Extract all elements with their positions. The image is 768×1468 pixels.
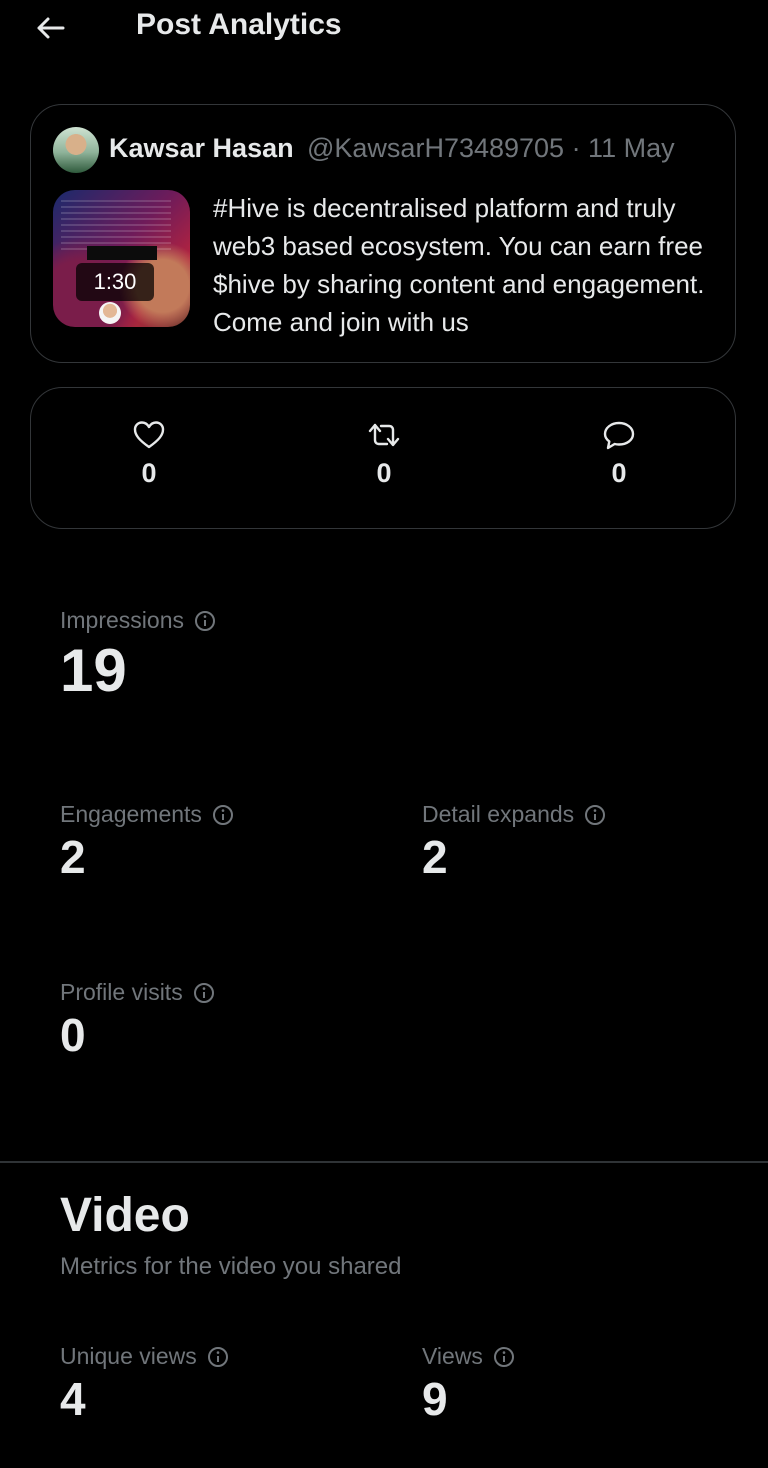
engagements-metric: Engagements 2 [60,801,390,883]
profile-visits-label: Profile visits [60,979,183,1005]
views-value: 9 [422,1373,448,1425]
thumbnail-banner [87,246,157,260]
engagement-summary: 0 0 0 [30,387,736,529]
unique-views-value: 4 [60,1373,86,1425]
author-name[interactable]: Kawsar Hasan [109,133,294,164]
back-button[interactable] [30,12,70,44]
info-icon[interactable] [193,982,215,1004]
avatar[interactable] [53,127,99,173]
info-icon[interactable] [212,804,234,826]
detail-expands-metric: Detail expands 2 [422,801,752,883]
profile-visits-label-row: Profile visits [60,979,390,1006]
engagements-value: 2 [60,831,86,883]
impressions-label-row: Impressions [60,607,390,634]
video-thumbnail[interactable]: 1:30 [53,190,190,327]
top-bar: Post Analytics [0,0,768,56]
replies-stat[interactable]: 0 [579,420,659,489]
impressions-metric: Impressions 19 [60,607,390,704]
detail-expands-value: 2 [422,831,448,883]
thumbnail-text-lines [61,200,171,250]
repost-icon [368,423,400,447]
views-metric: Views 9 [422,1343,752,1425]
views-label: Views [422,1343,483,1369]
likes-count: 0 [141,458,157,488]
post-card[interactable]: Kawsar Hasan @KawsarH73489705 · 11 May 1… [30,104,736,363]
reply-bubble-icon [603,421,635,450]
heart-icon [133,421,165,449]
page-title: Post Analytics [136,8,342,41]
engagements-label-row: Engagements [60,801,390,828]
likes-stat[interactable]: 0 [109,420,189,489]
reposts-count: 0 [376,458,392,488]
thumbnail-face [99,302,121,324]
video-duration-badge: 1:30 [76,263,154,301]
detail-expands-label: Detail expands [422,801,575,827]
views-label-row: Views [422,1343,752,1370]
section-divider [0,1161,768,1163]
engagements-label: Engagements [60,801,202,827]
profile-visits-value: 0 [60,1009,86,1061]
info-icon[interactable] [584,804,606,826]
info-icon[interactable] [493,1346,515,1368]
info-icon[interactable] [194,610,216,632]
detail-expands-label-row: Detail expands [422,801,752,828]
unique-views-label: Unique views [60,1343,197,1369]
impressions-value: 19 [60,637,127,704]
video-section-subtitle: Metrics for the video you shared [60,1253,402,1280]
author-handle-date: @KawsarH73489705 · 11 May [307,133,675,163]
replies-count: 0 [611,458,627,488]
info-icon[interactable] [207,1346,229,1368]
video-section-title: Video [60,1189,190,1242]
unique-views-metric: Unique views 4 [60,1343,390,1425]
arrow-left-icon [37,17,65,39]
profile-visits-metric: Profile visits 0 [60,979,390,1061]
unique-views-label-row: Unique views [60,1343,390,1370]
post-text: #Hive is decentralised platform and trul… [213,193,705,337]
impressions-label: Impressions [60,607,184,633]
reposts-stat[interactable]: 0 [344,420,424,489]
